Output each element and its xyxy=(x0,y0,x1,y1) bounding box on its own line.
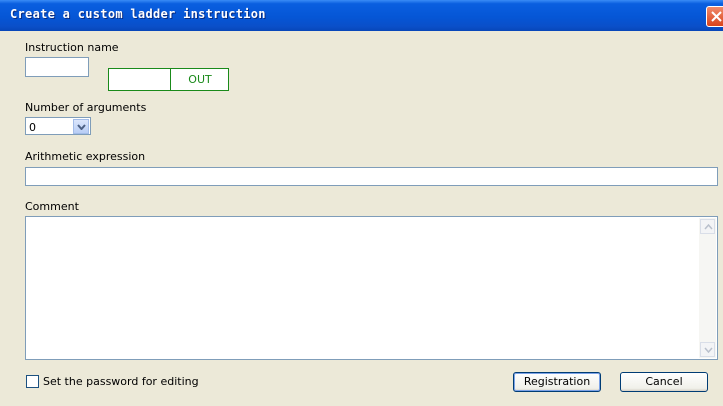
window-title: Create a custom ladder instruction xyxy=(10,7,266,21)
chevron-down-icon xyxy=(77,124,86,130)
expression-input[interactable] xyxy=(25,167,718,186)
password-checkbox[interactable] xyxy=(26,375,39,388)
out-cell: OUT xyxy=(170,69,229,90)
scroll-up-icon xyxy=(704,224,713,230)
comment-scrollbar[interactable] xyxy=(699,218,716,358)
comment-label: Comment xyxy=(25,200,79,213)
arguments-select[interactable]: 0 xyxy=(25,117,91,135)
ladder-preview: OUT xyxy=(108,68,229,91)
close-icon xyxy=(711,11,722,22)
cancel-button[interactable]: Cancel xyxy=(620,372,708,392)
password-label: Set the password for editing xyxy=(43,375,199,388)
close-button[interactable] xyxy=(706,6,723,27)
title-bar[interactable]: Create a custom ladder instruction xyxy=(0,0,723,31)
scroll-down-icon xyxy=(704,347,713,353)
instruction-name-input[interactable] xyxy=(25,57,89,77)
expression-label: Arithmetic expression xyxy=(25,150,146,163)
arguments-dropdown-button[interactable] xyxy=(73,119,89,134)
comment-textarea[interactable] xyxy=(25,216,718,360)
dialog-window: Create a custom ladder instruction Instr… xyxy=(0,0,723,406)
scroll-up-button[interactable] xyxy=(700,219,715,234)
instruction-name-label: Instruction name xyxy=(25,41,119,54)
scroll-down-button[interactable] xyxy=(700,342,715,357)
registration-button[interactable]: Registration xyxy=(513,372,601,392)
arguments-value: 0 xyxy=(29,121,36,134)
arguments-label: Number of arguments xyxy=(25,101,147,114)
